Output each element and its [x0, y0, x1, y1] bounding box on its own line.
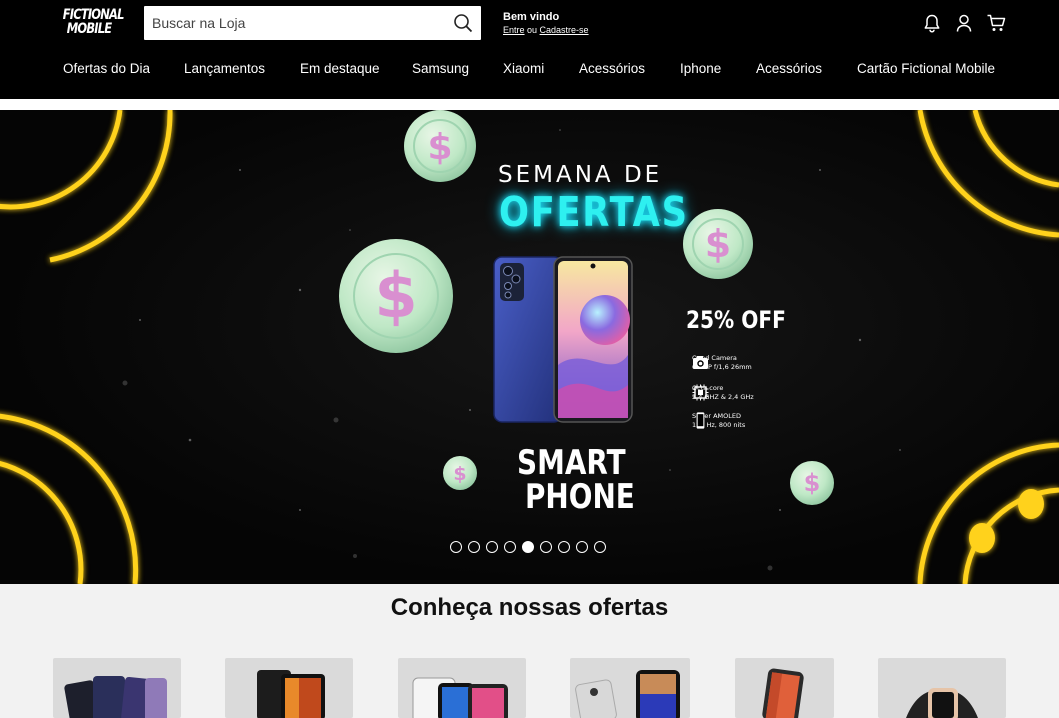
search-icon[interactable]	[453, 13, 473, 33]
welcome-block: Bem vindo Entre ou Cadastre-se	[503, 11, 589, 37]
chip-icon	[692, 384, 709, 401]
nav-item-acessorios[interactable]: Acessórios	[579, 58, 645, 80]
svg-text:$: $	[427, 127, 452, 168]
hero-banner[interactable]: $ $ $ $ $ SEMANA DE OFERTAS 25% OFF SMAR…	[0, 110, 1059, 584]
bell-icon[interactable]	[922, 13, 942, 33]
svg-text:$: $	[453, 463, 466, 485]
nav-item-xiaomi[interactable]: Xiaomi	[503, 58, 544, 80]
carousel-dot-5[interactable]	[522, 541, 534, 553]
cart-icon[interactable]	[986, 13, 1006, 33]
carousel-dot-1[interactable]	[450, 541, 462, 553]
offer-card-6[interactable]	[878, 658, 1006, 718]
carousel-dot-7[interactable]	[558, 541, 570, 553]
logo-line1: FICTIONAL	[62, 7, 125, 23]
header-divider	[0, 99, 1059, 110]
welcome-title: Bem vindo	[503, 11, 560, 23]
carousel-dot-8[interactable]	[576, 541, 588, 553]
camera-icon	[693, 356, 708, 369]
carousel-dot-6[interactable]	[540, 541, 552, 553]
logo-line2: MOBILE	[66, 21, 112, 37]
search-input[interactable]	[144, 6, 434, 40]
auth-separator: ou	[524, 25, 540, 35]
svg-text:$: $	[804, 469, 821, 497]
carousel-dot-4[interactable]	[504, 541, 516, 553]
carousel-dot-2[interactable]	[468, 541, 480, 553]
offer-card-1[interactable]	[53, 658, 181, 718]
nav-item-samsung[interactable]: Samsung	[412, 58, 469, 80]
nav-item-iphone[interactable]: Iphone	[680, 58, 721, 80]
svg-text:$: $	[705, 222, 731, 266]
svg-text:$: $	[374, 259, 417, 332]
nav-item-acessorios-2[interactable]: Acessórios	[756, 58, 822, 80]
signup-link[interactable]: Cadastre-se	[540, 25, 589, 35]
spec-screen: Super AMOLED 120 Hz, 800 nits	[692, 412, 745, 430]
hero-line2: OFERTAS	[499, 188, 689, 236]
nav-item-lancamentos[interactable]: Lançamentos	[184, 58, 265, 80]
hero-product-line1: SMART	[517, 443, 626, 483]
nav-item-cartao[interactable]: Cartão Fictional Mobile	[857, 58, 995, 80]
smartphone-image	[493, 256, 633, 423]
spec-camera: Quad Camera 64 MP f/1,6 26mm	[692, 354, 752, 372]
spec-processor: Octa core 2,4 GHZ & 2,4 GHz	[692, 384, 754, 402]
auth-links: Entre ou Cadastre-se	[503, 24, 589, 37]
carousel-dot-9[interactable]	[594, 541, 606, 553]
offer-card-5[interactable]	[735, 658, 834, 718]
offer-card-4[interactable]	[570, 658, 690, 718]
offers-title: Conheça nossas ofertas	[390, 594, 669, 621]
product-image-6	[906, 688, 978, 718]
user-icon[interactable]	[954, 13, 974, 33]
carousel-dot-3[interactable]	[486, 541, 498, 553]
product-image-2	[257, 670, 325, 718]
offer-card-2[interactable]	[225, 658, 353, 718]
phone-screen-icon	[696, 412, 705, 429]
product-image-5	[762, 668, 804, 718]
fictional-mobile-logo[interactable]: FICTIONAL MOBILE	[57, 7, 125, 39]
nav-item-em-destaque[interactable]: Em destaque	[300, 58, 380, 80]
search-bar	[144, 6, 481, 40]
top-header: FICTIONAL MOBILE Bem vindo Entre ou Cada…	[0, 0, 1059, 99]
carousel-dots	[450, 541, 606, 553]
product-image-4	[575, 670, 680, 718]
hero-discount: 25% OFF	[686, 306, 786, 334]
login-link[interactable]: Entre	[503, 25, 525, 35]
product-image-3	[412, 677, 508, 718]
hero-product-line2: PHONE	[525, 477, 635, 517]
product-image-1	[64, 676, 167, 718]
hero-line1: SEMANA DE	[498, 162, 663, 188]
main-nav: Ofertas do Dia Lançamentos Em destaque S…	[0, 58, 1059, 80]
nav-item-ofertas-do-dia[interactable]: Ofertas do Dia	[63, 58, 150, 80]
offer-card-3[interactable]	[398, 658, 526, 718]
